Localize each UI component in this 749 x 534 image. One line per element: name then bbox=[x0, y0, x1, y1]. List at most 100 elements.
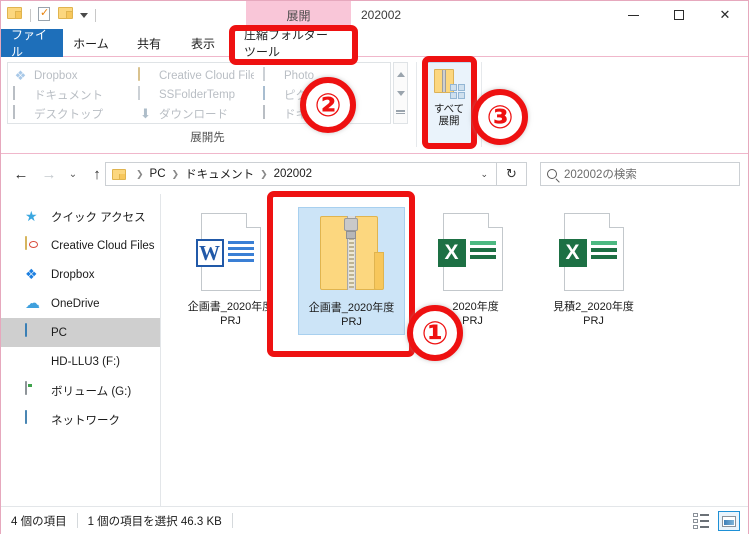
customize-quick-access-caret-icon[interactable] bbox=[80, 12, 88, 18]
divider bbox=[416, 62, 417, 147]
breadcrumb-item-documents[interactable]: ドキュメント bbox=[185, 166, 254, 182]
recent-locations-button[interactable]: ⌄ bbox=[65, 163, 81, 185]
forward-button[interactable]: → bbox=[37, 163, 61, 185]
document-icon bbox=[13, 86, 28, 102]
breadcrumb-item-pc[interactable]: PC bbox=[150, 168, 166, 180]
sidebar-item-pc[interactable]: PC bbox=[1, 318, 160, 347]
sidebar-item-volume-g[interactable]: ボリューム (G:) bbox=[1, 376, 160, 405]
forward-icon: → bbox=[41, 165, 57, 183]
status-bar: 4 個の項目 1 個の項目を選択 46.3 KB bbox=[1, 506, 748, 534]
sidebar-item-network[interactable]: ネットワーク bbox=[1, 405, 160, 434]
sidebar-item-dropbox[interactable]: ❖ Dropbox bbox=[1, 260, 160, 289]
gallery-more-icon[interactable] bbox=[396, 110, 405, 114]
search-box[interactable]: 202002の検索 bbox=[540, 162, 740, 186]
sidebar-item-label: ボリューム (G:) bbox=[51, 385, 132, 398]
tab-compressed-folder-tools[interactable]: 圧縮フォルダー ツール bbox=[233, 28, 353, 59]
photo-icon bbox=[263, 67, 278, 83]
file-item-word[interactable]: W 企画書_2020年度 PRJ bbox=[177, 207, 284, 335]
maximize-button[interactable] bbox=[656, 1, 702, 29]
dropbox-icon: ❖ bbox=[14, 68, 27, 83]
gallery-item-downloads[interactable]: ⬇ ダウンロード bbox=[138, 104, 254, 123]
tab-view-label: 表示 bbox=[190, 36, 215, 51]
sidebar-item-onedrive[interactable]: ☁ OneDrive bbox=[1, 289, 160, 318]
pictures-icon bbox=[263, 86, 278, 102]
minimize-button[interactable] bbox=[610, 1, 656, 29]
quick-access-toolbar bbox=[7, 4, 99, 26]
zip-folder-icon bbox=[316, 214, 388, 296]
sidebar-item-label: クイック アクセス bbox=[51, 211, 146, 224]
search-icon bbox=[547, 169, 557, 179]
annotation-number-3: ③ bbox=[472, 89, 528, 145]
file-item-excel-2[interactable]: X 見積2_2020年度 PRJ bbox=[540, 207, 647, 335]
gallery-item-dropbox[interactable]: ❖ Dropbox bbox=[13, 66, 129, 85]
extract-all-icon bbox=[433, 68, 465, 100]
onedrive-icon: ☁ bbox=[25, 295, 40, 312]
folder-icon bbox=[138, 86, 153, 102]
extract-all-label-line1: すべて bbox=[433, 103, 465, 115]
status-selection-info: 1 個の項目を選択 46.3 KB bbox=[87, 515, 222, 528]
tab-home[interactable]: ホーム bbox=[63, 29, 119, 57]
window-title: 202002 bbox=[361, 1, 401, 29]
refresh-button[interactable]: ↻ bbox=[497, 162, 527, 186]
sidebar-item-hd-llu3[interactable]: HD-LLU3 (F:) bbox=[1, 347, 160, 376]
tab-home-label: ホーム bbox=[73, 36, 109, 51]
download-icon: ⬇ bbox=[140, 106, 151, 121]
tab-view[interactable]: 表示 bbox=[177, 29, 229, 57]
title-bar: 展開 202002 ✕ bbox=[1, 1, 748, 29]
sidebar-item-label: ネットワーク bbox=[51, 414, 120, 427]
divider bbox=[95, 8, 96, 22]
star-icon: ★ bbox=[25, 208, 38, 224]
gallery-scrollbar[interactable] bbox=[393, 62, 408, 124]
status-item-count: 4 個の項目 bbox=[11, 515, 67, 528]
divider bbox=[231, 513, 233, 528]
close-icon: ✕ bbox=[719, 7, 731, 22]
chevron-down-icon[interactable]: ⌄ bbox=[480, 169, 488, 180]
sidebar-item-quick-access[interactable]: ★ クイック アクセス bbox=[1, 202, 160, 231]
network-icon bbox=[25, 410, 42, 428]
search-input[interactable]: 202002の検索 bbox=[564, 166, 637, 182]
up-icon: ↑ bbox=[93, 165, 101, 183]
window-title-label: 202002 bbox=[361, 8, 402, 22]
tab-share-label: 共有 bbox=[136, 36, 161, 51]
excel-document-icon: X bbox=[558, 213, 630, 295]
breadcrumb-item-202002[interactable]: 202002 bbox=[274, 168, 312, 180]
tab-share[interactable]: 共有 bbox=[123, 29, 175, 57]
creative-cloud-icon bbox=[25, 236, 42, 254]
back-button[interactable]: ← bbox=[9, 163, 33, 185]
tab-file-label: ファイル bbox=[11, 28, 48, 59]
details-view-icon bbox=[693, 513, 709, 529]
extract-all-button[interactable]: すべて 展開 bbox=[426, 62, 472, 147]
gallery-item-label: デスクトップ bbox=[34, 108, 103, 121]
properties-icon[interactable] bbox=[38, 6, 54, 23]
close-button[interactable]: ✕ bbox=[702, 1, 748, 29]
gallery-item-creative-cloud-files[interactable]: Creative Cloud Files bbox=[138, 66, 254, 85]
sidebar-item-creative-cloud-files[interactable]: Creative Cloud Files bbox=[1, 231, 160, 260]
ribbon-panel: ❖ Dropbox ドキュメント デスクトップ Creative Cloud F… bbox=[1, 57, 748, 154]
gallery-column-1: ❖ Dropbox ドキュメント デスクトップ bbox=[8, 63, 133, 123]
gallery-item-documents[interactable]: ドキュメント bbox=[13, 85, 129, 104]
ribbon-tab-strip: ファイル ホーム 共有 表示 圧縮フォルダー ツール ? bbox=[1, 28, 748, 76]
folder-icon[interactable] bbox=[7, 7, 23, 23]
file-item-zip[interactable]: 企画書_2020年度 PRJ bbox=[298, 207, 405, 335]
new-folder-icon[interactable] bbox=[58, 7, 74, 23]
volume-icon bbox=[25, 381, 42, 399]
scroll-down-icon[interactable] bbox=[396, 91, 405, 96]
sidebar-item-label: PC bbox=[51, 326, 67, 339]
breadcrumb[interactable]: ❯ PC ❯ ドキュメント ❯ 202002 ⌄ bbox=[105, 162, 497, 186]
view-mode-buttons bbox=[690, 511, 740, 531]
harddisk-icon bbox=[25, 353, 42, 370]
folder-icon bbox=[112, 168, 126, 180]
annotation-number-2: ② bbox=[300, 77, 356, 133]
scroll-up-icon[interactable] bbox=[396, 72, 405, 77]
file-item-label: 企画書_2020年度 PRJ bbox=[308, 302, 395, 328]
navigation-pane: ★ クイック アクセス Creative Cloud Files ❖ Dropb… bbox=[1, 194, 161, 506]
details-view-button[interactable] bbox=[690, 511, 712, 531]
gallery-item-desktop[interactable]: デスクトップ bbox=[13, 104, 129, 123]
sidebar-item-label: HD-LLU3 (F:) bbox=[51, 355, 121, 368]
contextual-tab-header: 展開 bbox=[246, 1, 351, 29]
ribbon-group-label-text: 展開先 bbox=[190, 132, 225, 144]
dropbox-icon: ❖ bbox=[25, 266, 38, 282]
tab-file[interactable]: ファイル bbox=[1, 28, 63, 59]
large-icons-view-button[interactable] bbox=[718, 511, 740, 531]
gallery-item-ssfoldertemp[interactable]: SSFolderTemp bbox=[138, 85, 254, 104]
